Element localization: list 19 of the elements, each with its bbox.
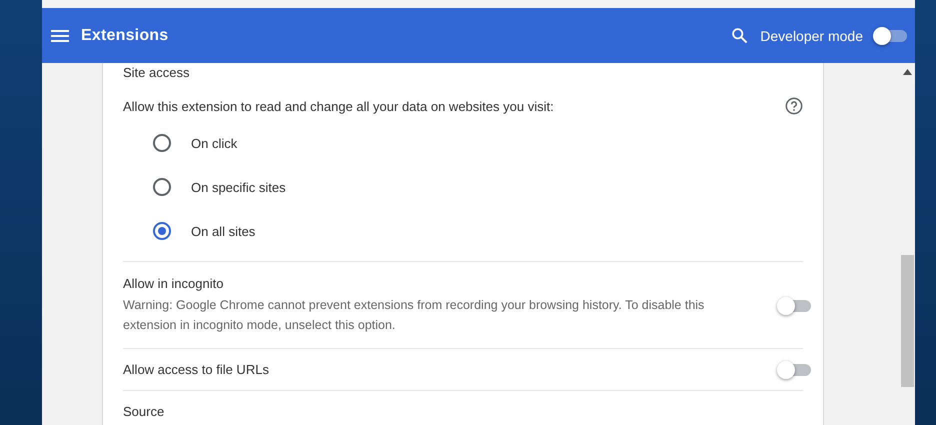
scrollbar-thumb[interactable] bbox=[901, 255, 914, 387]
scroll-up-icon[interactable] bbox=[903, 69, 912, 75]
setting-description: Warning: Google Chrome cannot prevent extensions from recording your browsing history. To disable this extension in incognito mode, unselect this option. bbox=[123, 297, 706, 334]
radio-button[interactable] bbox=[153, 134, 171, 152]
developer-mode-label: Developer mode bbox=[760, 28, 863, 44]
search-icon[interactable] bbox=[731, 27, 748, 44]
section-heading: Site access bbox=[123, 64, 190, 81]
radio-button[interactable] bbox=[153, 178, 171, 196]
radio-label: On all sites bbox=[191, 224, 256, 238]
help-icon[interactable] bbox=[785, 97, 803, 115]
page-title: Extensions bbox=[81, 26, 170, 44]
section-heading: Source bbox=[123, 404, 164, 419]
site-access-prompt: Allow this extension to read and change all your data on websites you visit: bbox=[123, 98, 554, 114]
radio-label: On click bbox=[191, 136, 238, 150]
menu-icon[interactable] bbox=[51, 30, 69, 42]
radio-button[interactable] bbox=[153, 222, 171, 240]
radio-label: On specific sites bbox=[191, 180, 286, 194]
setting-title: Allow access to file URLs bbox=[123, 362, 269, 377]
setting-title: Allow in incognito bbox=[123, 276, 224, 291]
